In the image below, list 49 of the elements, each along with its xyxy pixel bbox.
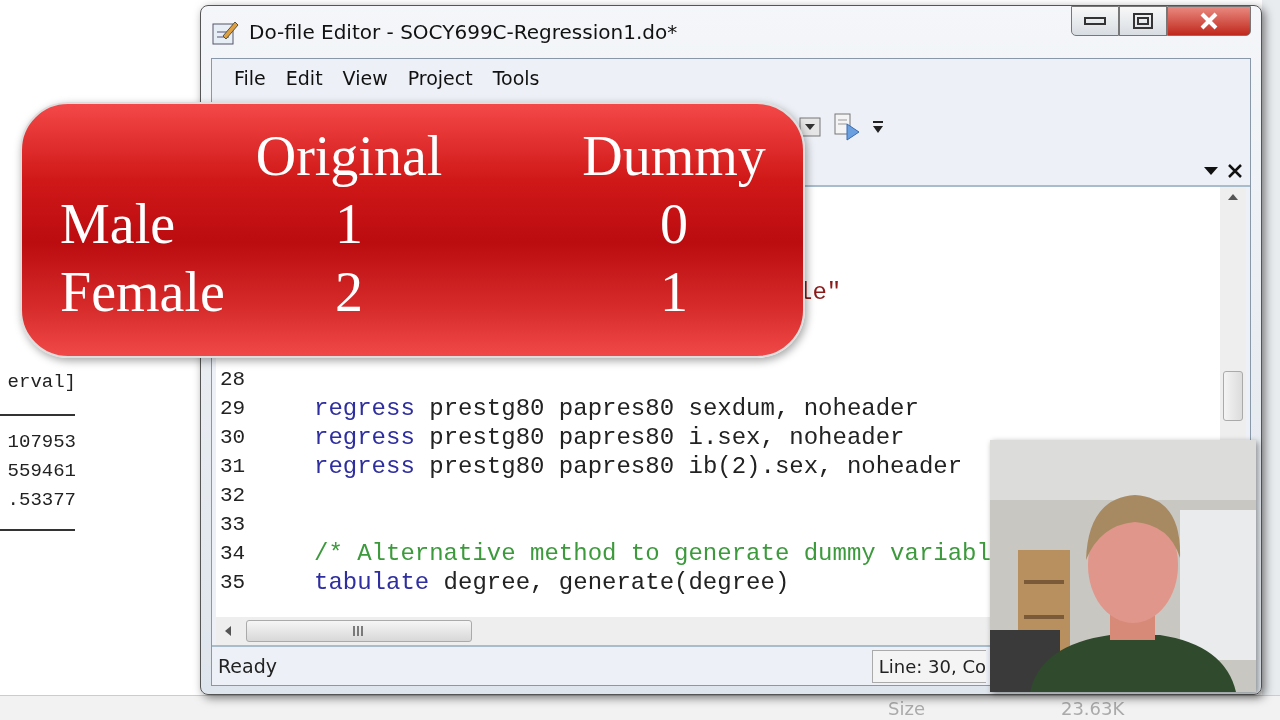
table-value: 2	[334, 260, 364, 325]
run-document-icon[interactable]	[834, 112, 860, 142]
menu-item[interactable]: View	[334, 61, 396, 95]
column-header: Original	[254, 124, 444, 189]
line-number: 29	[220, 396, 247, 422]
status-message: Ready	[218, 653, 277, 679]
scroll-left-icon[interactable]	[224, 625, 232, 637]
result-text: 107953	[6, 430, 77, 455]
row-label: Female	[60, 260, 226, 325]
window-title: Do-file Editor - SOCY699C-Regression1.do*	[249, 19, 678, 46]
line-number: 32	[220, 483, 247, 509]
close-button[interactable]	[1167, 6, 1251, 36]
line-number: 34	[220, 541, 247, 567]
line-number: 31	[220, 454, 247, 480]
dropdown-icon[interactable]	[798, 115, 822, 139]
overflow-icon[interactable]	[872, 119, 884, 135]
maximize-button[interactable]	[1119, 6, 1167, 36]
code-line: regress prestg80 papres80 ib(2).sex, noheader	[314, 452, 963, 481]
line-number: 30	[220, 425, 247, 451]
minimize-icon	[1084, 16, 1106, 26]
result-text: .53377	[6, 488, 77, 513]
scrollbar-thumb[interactable]	[1223, 371, 1243, 421]
row-label: Male	[60, 192, 177, 257]
code-line: regress prestg80 papres80 i.sex, noheader	[314, 423, 905, 452]
close-icon[interactable]	[1228, 164, 1242, 178]
menu-item[interactable]: Edit	[277, 61, 331, 95]
menu-item[interactable]: File	[226, 61, 274, 95]
minimize-button[interactable]	[1071, 6, 1119, 36]
result-text: erval]	[6, 370, 77, 395]
code-line: regress prestg80 papres80 sexdum, noheader	[314, 394, 919, 423]
code-line: /* Alternative method to generate dummy variabl	[314, 539, 991, 568]
menu-item[interactable]: Project	[399, 61, 481, 95]
result-text: 559461	[6, 459, 77, 484]
scroll-up-icon[interactable]	[1227, 193, 1239, 201]
cursor-position: Line: 30, Co	[871, 649, 986, 683]
line-number: 28	[220, 367, 247, 393]
maximize-icon	[1132, 12, 1154, 30]
menu-item[interactable]: Tools	[484, 61, 548, 95]
table-value: 1	[334, 192, 364, 257]
table-value: 0	[659, 192, 689, 257]
property-label: Size	[888, 696, 925, 720]
dropdown-arrow-icon[interactable]	[1204, 166, 1218, 176]
line-number: 33	[220, 512, 247, 538]
grip-icon	[352, 626, 366, 636]
code-line: tabulate degree, generate(degree)	[314, 568, 790, 597]
column-header: Dummy	[581, 124, 767, 189]
close-icon	[1199, 12, 1219, 30]
line-number: 35	[220, 570, 247, 596]
property-value: 23.63K	[1060, 696, 1125, 720]
